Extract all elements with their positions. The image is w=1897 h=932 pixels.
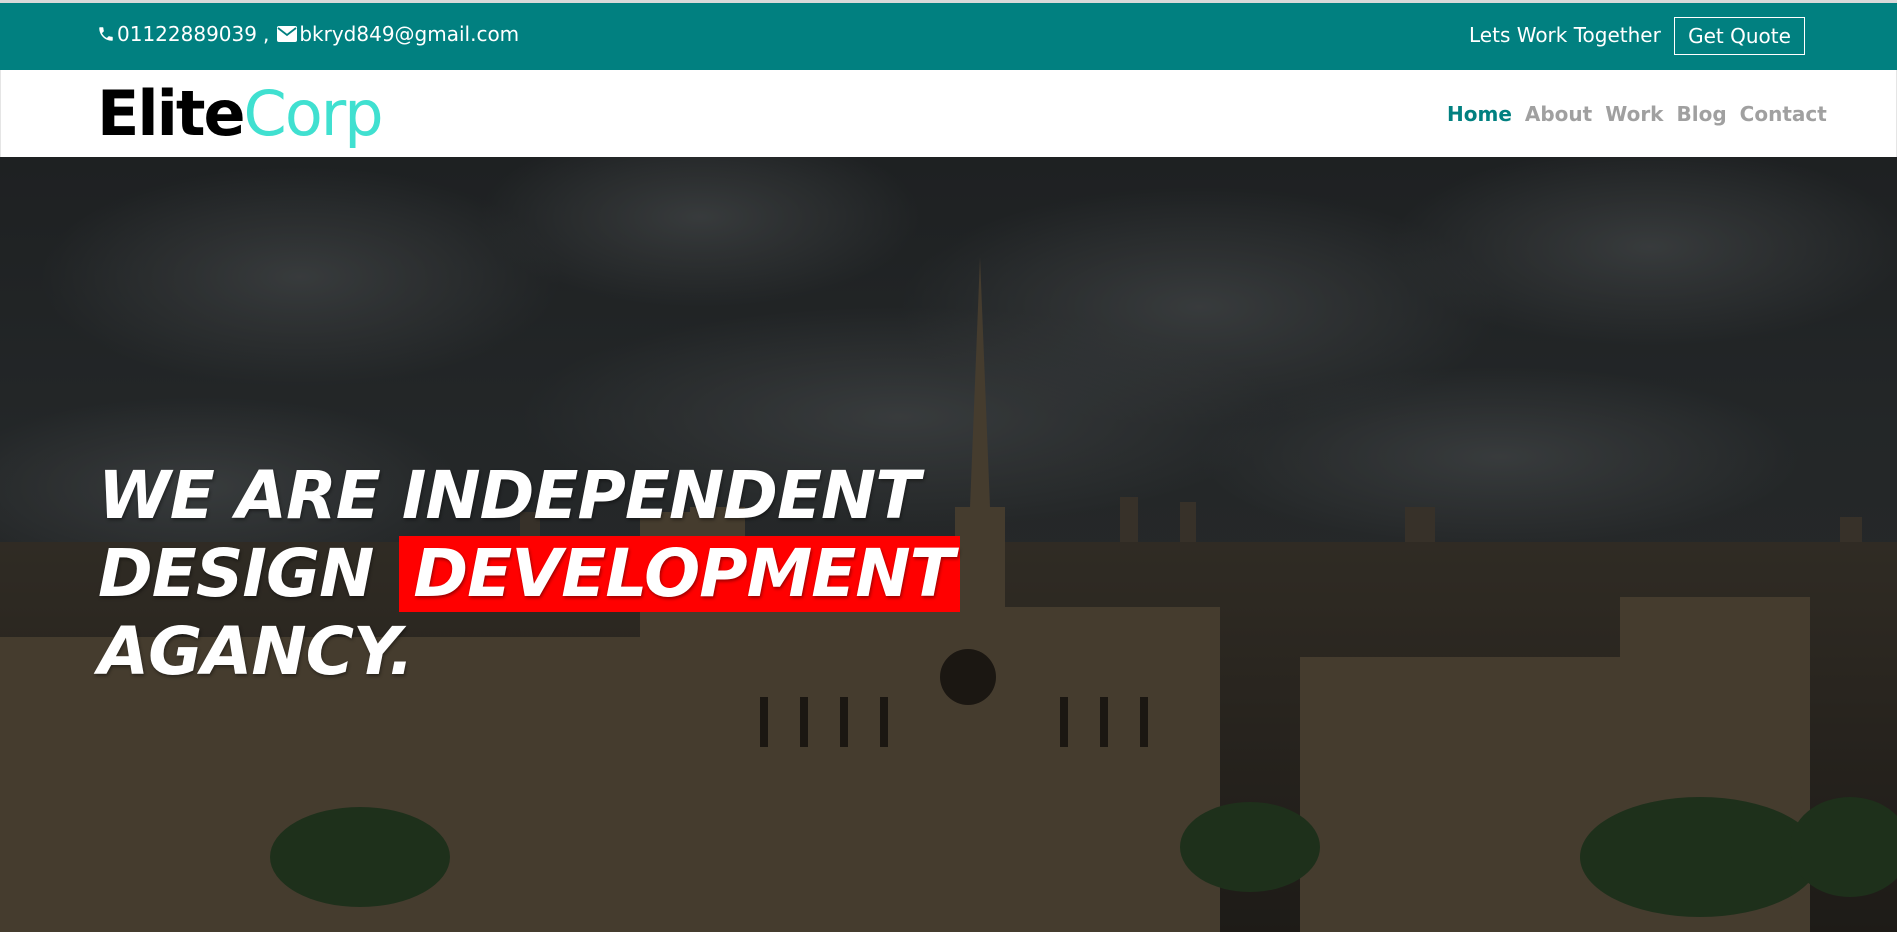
hero-section: WE ARE INDEPENDENT DESIGN DEVELOPMENT AG… xyxy=(0,157,1897,932)
hero-line-2: DESIGN DEVELOPMENT xyxy=(98,535,960,613)
hero-line-1: WE ARE INDEPENDENT xyxy=(98,457,920,534)
phone-icon xyxy=(97,25,115,43)
contact-info: 01122889039 , bkryd849@gmail.com xyxy=(97,22,519,46)
nav-item-work[interactable]: Work xyxy=(1605,102,1663,126)
hero-headline: WE ARE INDEPENDENT DESIGN DEVELOPMENT AG… xyxy=(98,457,960,691)
work-together-text: Lets Work Together xyxy=(1469,23,1661,47)
nav-menu: Home About Work Blog Contact xyxy=(1447,102,1827,126)
hero-highlight: DEVELOPMENT xyxy=(399,536,960,612)
brand-logo-part2: Corp xyxy=(243,77,384,150)
email-address[interactable]: bkryd849@gmail.com xyxy=(299,22,519,46)
envelope-icon xyxy=(277,26,298,42)
brand-logo[interactable]: EliteCorp xyxy=(97,83,384,145)
nav-item-about[interactable]: About xyxy=(1525,102,1592,126)
nav-item-home[interactable]: Home xyxy=(1447,102,1512,126)
nav-item-contact[interactable]: Contact xyxy=(1740,102,1827,126)
contact-separator: , xyxy=(262,22,270,46)
hero-line-3: AGANCY. xyxy=(98,613,414,690)
nav-item-blog[interactable]: Blog xyxy=(1677,102,1727,126)
get-quote-button[interactable]: Get Quote xyxy=(1674,17,1805,55)
brand-logo-part1: Elite xyxy=(97,77,246,150)
main-navbar: EliteCorp Home About Work Blog Contact xyxy=(0,70,1897,157)
top-contact-bar: 01122889039 , bkryd849@gmail.com Lets Wo… xyxy=(0,0,1897,70)
phone-number[interactable]: 01122889039 xyxy=(117,22,257,46)
hero-line-2-prefix: DESIGN xyxy=(98,535,374,612)
